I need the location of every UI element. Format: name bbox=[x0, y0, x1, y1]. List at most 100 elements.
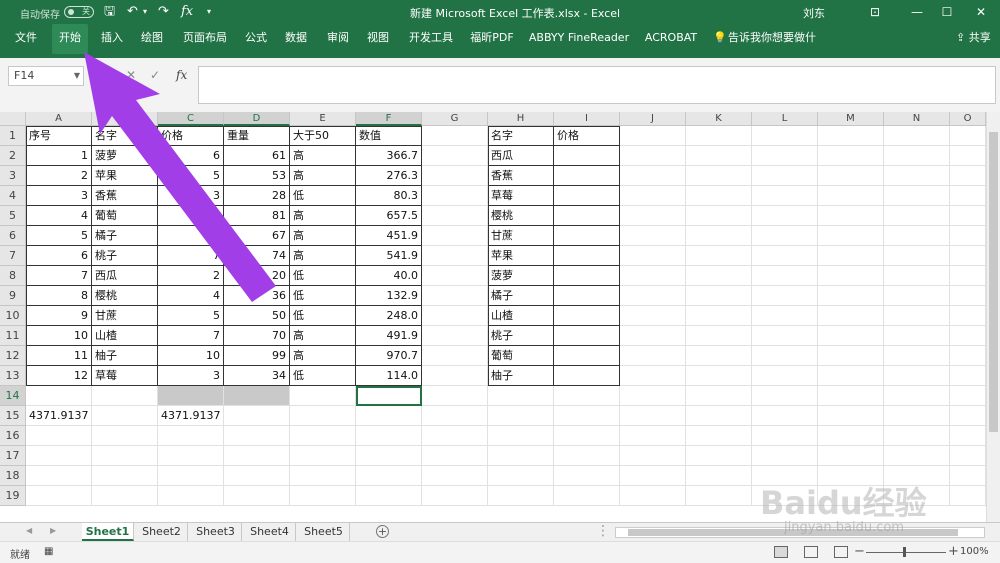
grid-cell[interactable] bbox=[818, 206, 884, 226]
table-cell[interactable]: 低 bbox=[290, 266, 356, 286]
grid-cell[interactable] bbox=[686, 366, 752, 386]
grid-cell[interactable] bbox=[488, 386, 554, 406]
grid-cell[interactable] bbox=[752, 286, 818, 306]
table-cell[interactable]: 5 bbox=[26, 226, 92, 246]
grid-cell[interactable] bbox=[620, 426, 686, 446]
table-cell[interactable]: 657.5 bbox=[356, 206, 422, 226]
normal-view-icon[interactable] bbox=[774, 546, 788, 558]
grid-cell[interactable] bbox=[884, 306, 950, 326]
grid-cell[interactable] bbox=[26, 426, 92, 446]
sheet-tab-sheet5[interactable]: Sheet5 bbox=[298, 523, 350, 541]
table-cell[interactable]: 451.9 bbox=[356, 226, 422, 246]
grid-cell[interactable] bbox=[884, 126, 950, 146]
macro-record-icon[interactable]: ▦ bbox=[44, 546, 53, 557]
table-cell[interactable]: 74 bbox=[224, 246, 290, 266]
grid-cell[interactable] bbox=[422, 306, 488, 326]
grid-cell[interactable] bbox=[224, 426, 290, 446]
table-cell[interactable]: 樱桃 bbox=[92, 286, 158, 306]
grid-cell[interactable] bbox=[620, 326, 686, 346]
grid-cell[interactable] bbox=[620, 446, 686, 466]
grid-cell[interactable] bbox=[884, 246, 950, 266]
grid-cell[interactable] bbox=[686, 386, 752, 406]
grid-cell[interactable] bbox=[290, 446, 356, 466]
customize-toolbar-icon[interactable]: ▾ bbox=[207, 3, 211, 21]
table2-price-cell[interactable] bbox=[554, 246, 620, 266]
grid-cell[interactable] bbox=[950, 446, 986, 466]
grid-cell[interactable] bbox=[686, 286, 752, 306]
grid-cell[interactable] bbox=[884, 386, 950, 406]
zoom-percent[interactable]: 100% bbox=[960, 546, 989, 557]
table-cell[interactable]: 9 bbox=[26, 306, 92, 326]
table-cell[interactable]: 114.0 bbox=[356, 366, 422, 386]
table-cell[interactable]: 28 bbox=[224, 186, 290, 206]
table-cell[interactable]: 132.9 bbox=[356, 286, 422, 306]
grid-cell[interactable] bbox=[290, 466, 356, 486]
table-cell[interactable]: 3 bbox=[26, 186, 92, 206]
table-cell[interactable]: 7 bbox=[158, 326, 224, 346]
tab-insert[interactable]: 插入 bbox=[96, 24, 128, 54]
table-cell[interactable]: 7 bbox=[158, 246, 224, 266]
grid-cell[interactable] bbox=[422, 386, 488, 406]
grid-cell[interactable] bbox=[884, 426, 950, 446]
confirm-entry-icon[interactable]: ✓ bbox=[150, 68, 160, 82]
grid-cell[interactable] bbox=[818, 166, 884, 186]
table-cell[interactable]: 10 bbox=[158, 346, 224, 366]
grid-cell[interactable] bbox=[818, 266, 884, 286]
row-header[interactable]: 12 bbox=[0, 346, 26, 366]
grid-cell[interactable] bbox=[686, 486, 752, 506]
sheet-tab-sheet4[interactable]: Sheet4 bbox=[244, 523, 296, 541]
grid-cell[interactable] bbox=[422, 346, 488, 366]
grid-cell[interactable] bbox=[686, 346, 752, 366]
grid-cell[interactable] bbox=[290, 386, 356, 406]
grid-cell[interactable] bbox=[422, 366, 488, 386]
grid-cell[interactable] bbox=[884, 406, 950, 426]
grid-cell[interactable] bbox=[422, 126, 488, 146]
formula-input[interactable] bbox=[198, 66, 996, 104]
grid-cell[interactable] bbox=[752, 166, 818, 186]
cancel-entry-icon[interactable]: ✕ bbox=[126, 68, 136, 82]
table-cell[interactable]: 低 bbox=[290, 306, 356, 326]
table-cell[interactable]: 菠萝 bbox=[92, 146, 158, 166]
grid-cell[interactable] bbox=[620, 166, 686, 186]
tab-file[interactable]: 文件 bbox=[10, 24, 42, 54]
grid-cell[interactable] bbox=[818, 426, 884, 446]
column-header[interactable]: C bbox=[158, 112, 224, 126]
grid-cell[interactable] bbox=[290, 426, 356, 446]
tell-me-search[interactable]: 告诉我你想要做什么 bbox=[728, 24, 818, 72]
grid-cell[interactable] bbox=[950, 386, 986, 406]
grid-cell[interactable] bbox=[158, 446, 224, 466]
table-cell[interactable]: 西瓜 bbox=[92, 266, 158, 286]
zoom-slider[interactable] bbox=[866, 552, 946, 553]
grid-cell[interactable] bbox=[950, 366, 986, 386]
table2-name-cell[interactable]: 西瓜 bbox=[488, 146, 554, 166]
grid-cell[interactable] bbox=[752, 226, 818, 246]
grid-cell[interactable] bbox=[752, 446, 818, 466]
column-header[interactable]: A bbox=[26, 112, 92, 126]
worksheet-grid[interactable]: A B C D E F G H I J K L M N O 1 2 3 4 5 6 7 8 9 10 11 12 13 14 15 16 17… bbox=[0, 112, 1000, 522]
grid-cell[interactable] bbox=[884, 286, 950, 306]
sum-cell-c15[interactable]: 4371.9137 bbox=[158, 406, 224, 426]
vertical-scrollbar[interactable] bbox=[986, 112, 1000, 522]
grid-cell[interactable] bbox=[620, 406, 686, 426]
table-header-cell[interactable]: 序号 bbox=[26, 126, 92, 146]
grid-cell[interactable] bbox=[620, 146, 686, 166]
grid-cell[interactable] bbox=[752, 206, 818, 226]
grid-cell[interactable] bbox=[356, 466, 422, 486]
grid-cell[interactable] bbox=[620, 486, 686, 506]
column-header[interactable]: E bbox=[290, 112, 356, 126]
grid-cell[interactable] bbox=[884, 326, 950, 346]
column-header[interactable]: F bbox=[356, 112, 422, 126]
table-cell[interactable]: 2 bbox=[158, 266, 224, 286]
grid-cell[interactable] bbox=[92, 386, 158, 406]
grid-cell[interactable] bbox=[884, 266, 950, 286]
grid-cell[interactable] bbox=[950, 166, 986, 186]
row-header[interactable]: 1 bbox=[0, 126, 26, 146]
grid-cell[interactable] bbox=[422, 266, 488, 286]
grid-cell[interactable] bbox=[950, 246, 986, 266]
table2-price-cell[interactable] bbox=[554, 286, 620, 306]
table-cell[interactable]: 67 bbox=[224, 226, 290, 246]
add-sheet-icon[interactable]: + bbox=[376, 525, 389, 538]
grid-cell[interactable] bbox=[686, 166, 752, 186]
table-cell[interactable]: 甘蔗 bbox=[92, 306, 158, 326]
table-cell[interactable]: 11 bbox=[26, 346, 92, 366]
